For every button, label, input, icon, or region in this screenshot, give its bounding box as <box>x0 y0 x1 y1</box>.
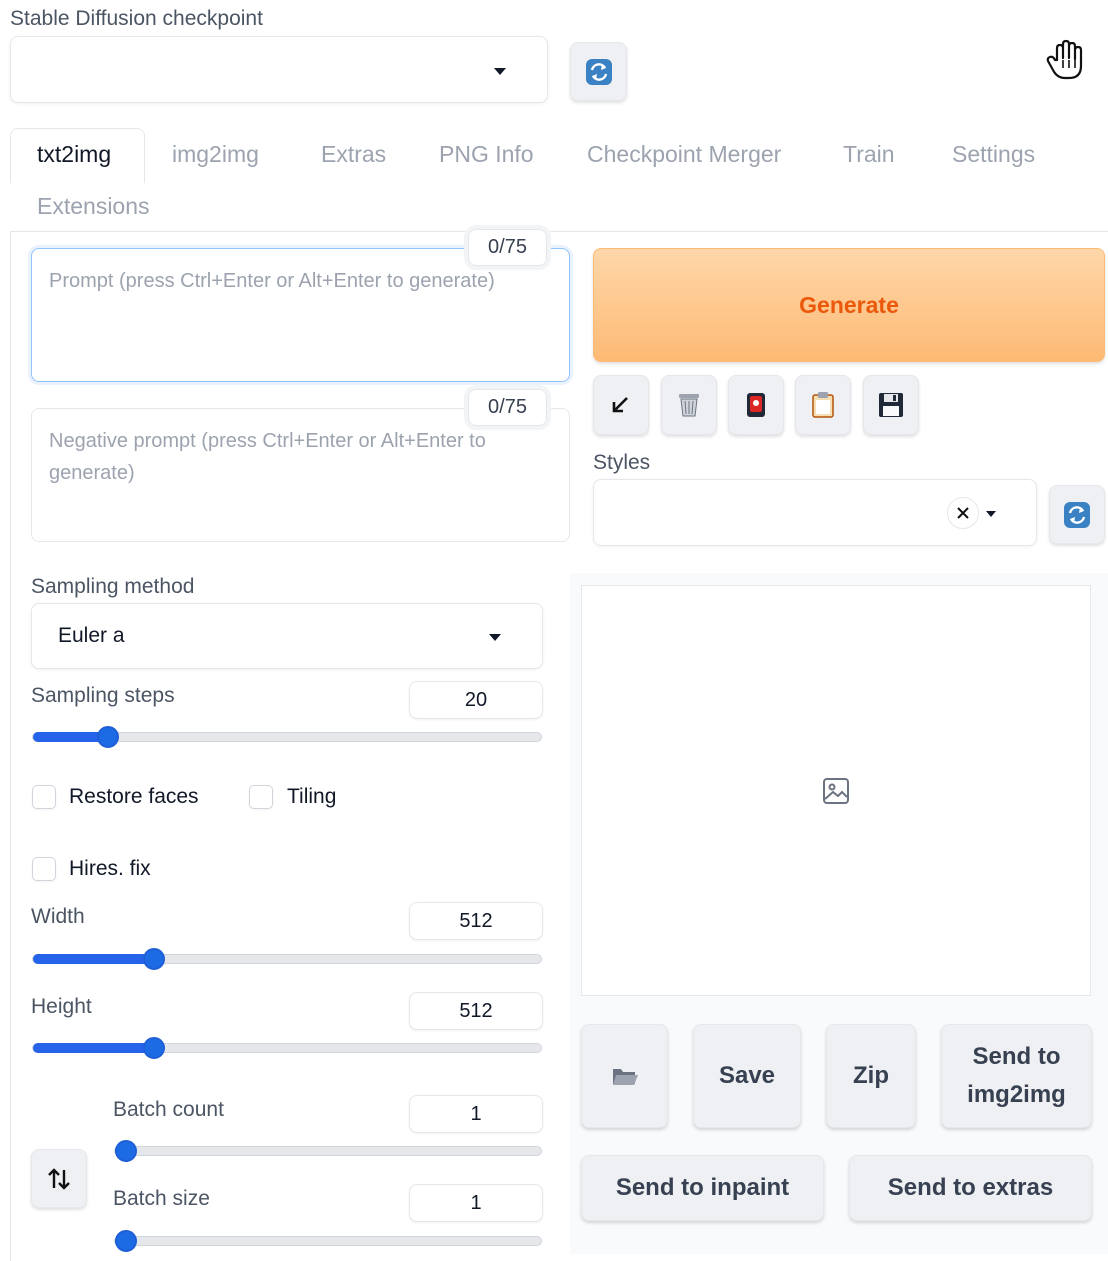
sampling-method-label: Sampling method <box>31 575 195 598</box>
checkpoint-dropdown[interactable] <box>10 36 548 103</box>
send-to-extras-button[interactable]: Send to extras <box>849 1155 1092 1221</box>
send-to-img2img-button[interactable]: Send to img2img <box>941 1024 1092 1128</box>
hires-fix-label: Hires. fix <box>69 857 151 880</box>
arrow-down-left-icon <box>612 397 628 413</box>
tiling-label: Tiling <box>287 785 337 808</box>
slider-fill <box>33 954 154 964</box>
send-to-img2img-line2: img2img <box>967 1081 1066 1108</box>
refresh-icon <box>585 58 612 85</box>
generate-label: Generate <box>799 291 899 318</box>
styles-label: Styles <box>593 451 651 474</box>
tab-train[interactable]: Train <box>843 141 895 168</box>
read-params-button[interactable] <box>593 375 649 435</box>
slider-fill <box>33 1043 154 1053</box>
trash-icon <box>679 394 699 417</box>
width-label: Width <box>31 905 85 928</box>
batch-count-slider[interactable] <box>114 1140 542 1162</box>
sampling-steps-label: Sampling steps <box>31 684 175 707</box>
prompt-placeholder: Prompt (press Ctrl+Enter or Alt+Enter to… <box>49 270 495 292</box>
send-to-img2img-line1: Send to <box>972 1043 1061 1070</box>
save-button[interactable]: Save <box>693 1024 801 1128</box>
send-to-inpaint-button[interactable]: Send to inpaint <box>581 1155 824 1221</box>
tiling-checkbox[interactable] <box>249 785 273 809</box>
refresh-icon <box>1064 501 1090 528</box>
clear-styles-button[interactable] <box>947 497 979 529</box>
batch-count-label: Batch count <box>113 1098 224 1121</box>
height-slider[interactable] <box>32 1037 542 1059</box>
negative-prompt-token-counter: 0/75 <box>468 389 547 426</box>
close-icon <box>957 507 969 519</box>
tab-img2img[interactable]: img2img <box>172 141 259 168</box>
swap-dimensions-button[interactable] <box>31 1149 87 1208</box>
clear-prompt-button[interactable] <box>661 375 717 435</box>
slider-thumb[interactable] <box>142 948 165 970</box>
prompt-textarea[interactable]: Prompt (press Ctrl+Enter or Alt+Enter to… <box>31 248 570 382</box>
card-icon <box>747 393 765 417</box>
extra-networks-button[interactable] <box>728 375 784 435</box>
refresh-checkpoint-button[interactable] <box>570 42 627 101</box>
batch-size-input[interactable]: 1 <box>409 1184 543 1222</box>
chevron-down-icon <box>494 68 506 75</box>
batch-size-label: Batch size <box>113 1187 210 1210</box>
slider-thumb[interactable] <box>96 726 119 748</box>
generate-button[interactable]: Generate <box>593 248 1105 362</box>
tab-extensions[interactable]: Extensions <box>37 193 150 220</box>
batch-count-input[interactable]: 1 <box>409 1095 543 1133</box>
tab-settings[interactable]: Settings <box>952 141 1035 168</box>
width-slider[interactable] <box>32 948 542 970</box>
checkpoint-label: Stable Diffusion checkpoint <box>10 7 263 30</box>
hand-cursor-icon <box>1046 39 1083 80</box>
prompt-token-counter: 0/75 <box>468 229 547 266</box>
tab-txt2img[interactable]: txt2img <box>37 141 111 168</box>
restore-faces-checkbox[interactable] <box>32 785 56 809</box>
floppy-disk-icon <box>879 393 903 417</box>
slider-thumb[interactable] <box>115 1230 137 1252</box>
tab-extras[interactable]: Extras <box>321 141 386 168</box>
swap-arrows-icon <box>48 1167 70 1190</box>
sampling-steps-slider[interactable] <box>32 726 542 748</box>
height-input[interactable]: 512 <box>409 992 543 1030</box>
save-style-button[interactable] <box>863 375 919 435</box>
open-folder-button[interactable] <box>581 1024 668 1128</box>
clipboard-icon <box>812 392 834 418</box>
negative-prompt-textarea[interactable]: Negative prompt (press Ctrl+Enter or Alt… <box>31 408 570 542</box>
apply-styles-button[interactable] <box>795 375 851 435</box>
sampling-method-value: Euler a <box>58 624 125 647</box>
tab-png-info[interactable]: PNG Info <box>439 141 534 168</box>
sampling-steps-input[interactable]: 20 <box>409 681 543 719</box>
batch-size-slider[interactable] <box>114 1230 542 1252</box>
sampling-method-dropdown[interactable]: Euler a <box>31 603 543 669</box>
restore-faces-label: Restore faces <box>69 785 199 808</box>
slider-thumb[interactable] <box>115 1140 137 1162</box>
folder-icon <box>612 1069 638 1085</box>
zip-button[interactable]: Zip <box>826 1024 916 1128</box>
styles-dropdown[interactable] <box>593 479 1037 546</box>
tab-checkpoint-merger[interactable]: Checkpoint Merger <box>587 141 781 168</box>
slider-thumb[interactable] <box>142 1037 165 1059</box>
width-input[interactable]: 512 <box>409 902 543 940</box>
negative-prompt-placeholder: Negative prompt (press Ctrl+Enter or Alt… <box>49 430 486 484</box>
image-placeholder-icon <box>823 777 849 804</box>
refresh-styles-button[interactable] <box>1049 485 1105 544</box>
output-image-area <box>581 585 1091 996</box>
chevron-down-icon <box>489 634 501 641</box>
chevron-down-icon <box>986 511 996 517</box>
height-label: Height <box>31 995 92 1018</box>
hires-fix-checkbox[interactable] <box>32 857 56 881</box>
